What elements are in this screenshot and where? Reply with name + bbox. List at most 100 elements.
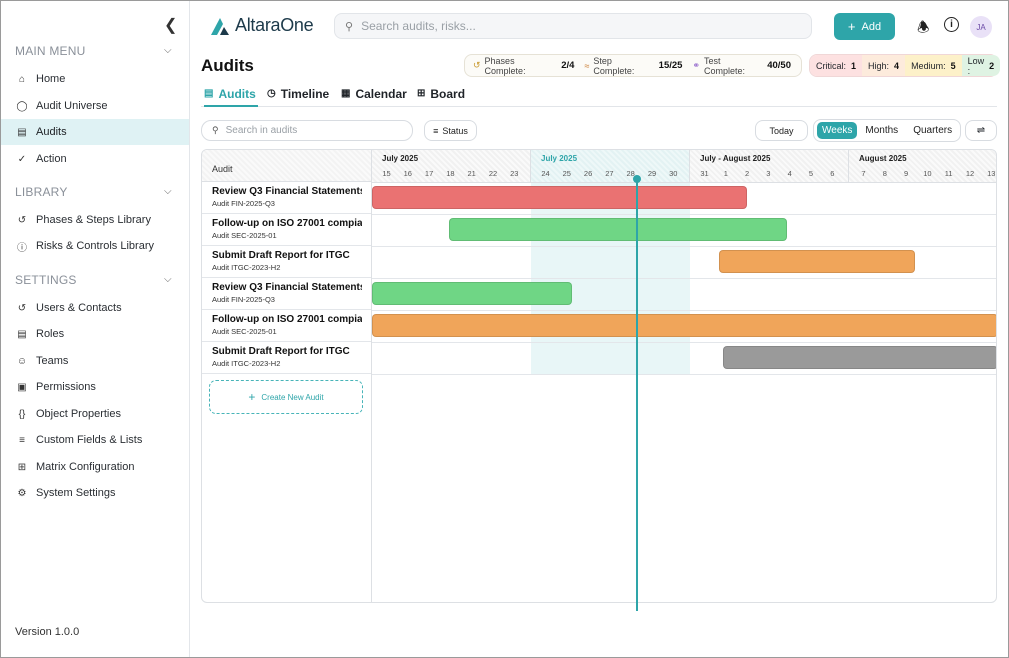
sidebar-item-label: Home: [36, 73, 66, 85]
day-label: 21: [467, 169, 476, 178]
tab-timeline[interactable]: ◷ Timeline: [267, 87, 329, 107]
sidebar-item-label: Matrix Configuration: [36, 461, 135, 473]
audit-row-code: Audit FIN-2025-Q3: [212, 295, 275, 304]
sidebar-item-label: Phases & Steps Library: [36, 214, 151, 226]
audit-row-code: Audit SEC-2025-01: [212, 231, 277, 240]
phases-complete-stat: ↺ Phases Complete: 2/4: [473, 56, 574, 76]
audit-timeline-bar[interactable]: [723, 346, 996, 369]
step-complete-stat: ≈ Step Complete: 15/25: [584, 56, 682, 76]
lock-icon: ▣: [17, 381, 27, 393]
sidebar-item-label: Users & Contacts: [36, 302, 122, 314]
history-icon: ↺: [17, 214, 27, 226]
audit-timeline-bar[interactable]: [372, 282, 572, 305]
sidebar-item-audits[interactable]: ▤ Audits: [1, 119, 189, 145]
sidebar-item-custom-fields-lists[interactable]: ≡ Custom Fields & Lists: [1, 427, 189, 453]
audit-search-input[interactable]: ⚲ Search in audits: [201, 120, 413, 141]
view-settings-button[interactable]: ⇌: [965, 120, 997, 141]
audit-row-title: Follow-up on ISO 27001 compia...: [212, 314, 362, 325]
sidebar-item-users-contacts[interactable]: ↺ Users & Contacts: [1, 295, 189, 321]
audit-timeline-bar[interactable]: [449, 218, 787, 241]
collapse-sidebar-icon[interactable]: ❮: [164, 15, 177, 35]
alert-circle-icon: ⓘ: [17, 242, 27, 254]
sidebar-item-teams[interactable]: ☺ Teams: [1, 348, 189, 374]
sidebar-item-permissions[interactable]: ▣ Permissions: [1, 374, 189, 400]
day-label: 25: [562, 169, 571, 178]
audit-row-code: Audit ITGC-2023-H2: [212, 263, 281, 272]
zoom-months-button[interactable]: Months: [860, 122, 903, 139]
audit-timeline-bar[interactable]: [372, 314, 996, 337]
tab-audits[interactable]: ▤ Audits: [204, 87, 258, 107]
chevron-down-icon[interactable]: ⌵: [164, 274, 172, 285]
today-marker-dot: [633, 175, 641, 183]
day-label: 5: [808, 169, 814, 178]
avatar[interactable]: JA: [970, 16, 992, 38]
sidebar: ❮ MAIN MENU ⌵ ⌂ Home ◯ Audit Universe ▤ …: [1, 1, 190, 657]
audit-timeline-bar[interactable]: [719, 250, 915, 273]
day-label: 2: [745, 169, 750, 178]
audit-row[interactable]: Review Q3 Financial Statements Audit FIN-…: [202, 182, 371, 214]
info-icon[interactable]: i: [944, 17, 959, 32]
audit-row[interactable]: Follow-up on ISO 27001 compia... Audit SE…: [202, 310, 371, 342]
sidebar-item-action[interactable]: ✓ Action: [1, 146, 189, 172]
month-label: August 2025: [859, 154, 907, 163]
zoom-toggle: Weeks Months Quarters: [813, 119, 961, 142]
app-logo[interactable]: AltaraOne: [209, 15, 314, 36]
audit-row[interactable]: Follow-up on ISO 27001 compia... Audit SE…: [202, 214, 371, 246]
audit-row[interactable]: Submit Draft Report for ITGC Audit ITGC-2…: [202, 246, 371, 278]
braces-icon: {}: [18, 408, 26, 420]
current-week-highlight: [531, 183, 690, 375]
row-divider: [372, 278, 996, 279]
day-label: 11: [944, 169, 953, 178]
row-divider: [372, 342, 996, 343]
timeline-month-header: August 2025 7 8 9 10 11 12 13: [849, 150, 996, 182]
tab-calendar[interactable]: ▦ Calendar: [341, 87, 407, 107]
sidebar-item-roles[interactable]: ▤ Roles: [1, 321, 189, 347]
zoom-weeks-button[interactable]: Weeks: [817, 122, 858, 139]
sidebar-item-phases-steps-library[interactable]: ↺ Phases & Steps Library: [1, 207, 189, 233]
add-button-label: Add: [861, 20, 882, 33]
stat-label: Test Complete:: [703, 55, 746, 76]
day-label: 12: [965, 169, 975, 178]
risk-value: 5: [950, 60, 956, 71]
clock-icon: ◷: [267, 88, 276, 99]
row-divider: [372, 246, 996, 247]
audit-row[interactable]: Submit Draft Report for ITGC Audit ITGC-2…: [202, 342, 371, 374]
stat-value: 15/25: [658, 60, 683, 71]
risk-value: 2: [989, 60, 995, 71]
audit-row-title: Submit Draft Report for ITGC: [212, 250, 350, 261]
sidebar-item-audit-universe[interactable]: ◯ Audit Universe: [1, 93, 189, 119]
risk-label: Medium:: [911, 60, 946, 71]
audit-timeline-bar[interactable]: [372, 186, 747, 209]
stat-value: 40/50: [767, 60, 791, 71]
day-label: 7: [861, 169, 866, 178]
low-risk-badge: Low : 2: [961, 55, 1001, 76]
bell-icon[interactable]: 🕭: [917, 17, 930, 41]
create-new-audit-button[interactable]: + Create New Audit: [209, 380, 363, 414]
page-title: Audits: [201, 56, 254, 75]
audit-row[interactable]: Review Q3 Financial Statements Audit FIN-…: [202, 278, 371, 310]
sidebar-item-system-settings[interactable]: ⚙ System Settings: [1, 480, 189, 506]
day-label: 8: [882, 169, 887, 178]
add-button[interactable]: + Add: [834, 13, 895, 40]
row-divider: [372, 310, 996, 311]
today-button[interactable]: Today: [755, 120, 808, 141]
global-search-input[interactable]: ⚲ Search audits, risks...: [334, 13, 812, 39]
sidebar-item-risks-controls-library[interactable]: ⓘ Risks & Controls Library: [1, 233, 189, 259]
sidebar-item-object-properties[interactable]: {} Object Properties: [1, 401, 189, 427]
timeline-month-header: July 2025 15 16 17 18 21 22 23: [372, 150, 531, 182]
sidebar-item-matrix-configuration[interactable]: ⊞ Matrix Configuration: [1, 454, 189, 480]
chevron-down-icon[interactable]: ⌵: [164, 45, 172, 56]
tab-board[interactable]: ⊞ Board: [417, 87, 465, 107]
sidebar-item-home[interactable]: ⌂ Home: [1, 66, 189, 92]
day-label: 30: [669, 169, 678, 178]
day-label: 31: [700, 169, 709, 178]
document-icon: ▤: [204, 88, 214, 99]
audit-row-code: Audit SEC-2025-01: [212, 327, 277, 336]
status-filter-button[interactable]: ≡ Status: [424, 120, 477, 141]
plus-icon: +: [248, 390, 256, 404]
zoom-quarters-button[interactable]: Quarters: [908, 122, 957, 139]
chevron-down-icon[interactable]: ⌵: [164, 186, 172, 197]
search-icon: ⚲: [345, 20, 354, 33]
risk-label: Low :: [967, 55, 985, 76]
audit-row-title: Follow-up on ISO 27001 compia...: [212, 218, 362, 229]
